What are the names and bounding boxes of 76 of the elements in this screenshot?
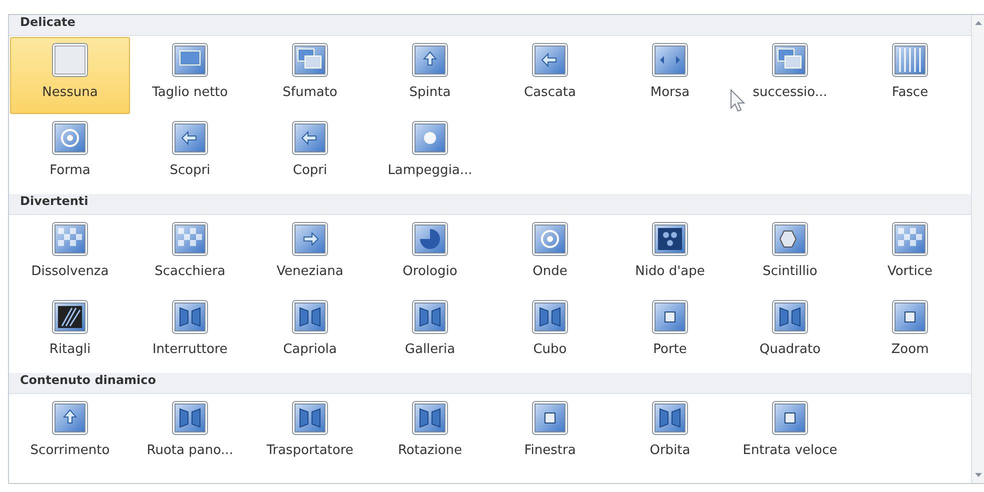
slide-transition-icon	[412, 300, 448, 334]
transition-option[interactable]: Finestra	[490, 395, 610, 472]
slide-transition-icon	[772, 222, 808, 256]
scrollbar[interactable]	[971, 15, 984, 483]
slide-transition-icon	[532, 401, 568, 435]
transition-option[interactable]: Scorrimento	[10, 395, 130, 472]
transition-option[interactable]: Taglio netto	[130, 37, 250, 114]
slide-transition-icon	[172, 300, 208, 334]
slide-transition-icon	[172, 43, 208, 77]
transition-option[interactable]: Nessuna	[10, 37, 130, 114]
slide-transition-icon	[292, 300, 328, 334]
slide-transition-icon	[532, 43, 568, 77]
blank-slide-icon	[52, 43, 88, 77]
transition-option[interactable]: Veneziana	[250, 216, 370, 293]
transition-option[interactable]: Entrata veloce	[730, 395, 850, 472]
slide-transition-icon	[892, 300, 928, 334]
transition-option[interactable]: Dissolvenza	[10, 216, 130, 293]
transition-option[interactable]: Rotazione	[370, 395, 490, 472]
slide-transition-icon	[52, 121, 88, 155]
transition-option[interactable]: Ritagli	[10, 294, 130, 371]
transition-option[interactable]: Quadrato	[730, 294, 850, 371]
slide-transition-icon	[412, 401, 448, 435]
slide-transition-icon	[652, 300, 688, 334]
transition-option[interactable]: Scacchiera	[130, 216, 250, 293]
transition-option[interactable]: Forma	[10, 115, 130, 192]
transition-option[interactable]: Orologio	[370, 216, 490, 293]
slide-transition-icon	[412, 121, 448, 155]
slide-transition-icon	[652, 222, 688, 256]
slide-transition-icon	[532, 300, 568, 334]
down-arrow-icon	[974, 473, 982, 477]
mouse-pointer-icon	[730, 89, 746, 113]
slide-transition-icon	[292, 121, 328, 155]
up-arrow-icon	[974, 21, 982, 25]
slide-transition-icon	[172, 401, 208, 435]
transition-option[interactable]: Galleria	[370, 294, 490, 371]
section-header: Delicate	[9, 15, 971, 36]
transition-option[interactable]: Lampeggia...	[370, 115, 490, 192]
transition-option[interactable]: Onde	[490, 216, 610, 293]
slide-transition-icon	[652, 401, 688, 435]
slide-transition-icon	[892, 43, 928, 77]
slide-transition-icon	[292, 222, 328, 256]
section-header: Divertenti	[9, 194, 971, 215]
transition-option[interactable]: Cascata	[490, 37, 610, 114]
slide-transition-icon	[292, 43, 328, 77]
slide-transition-icon	[652, 43, 688, 77]
transition-option[interactable]: Morsa	[610, 37, 730, 114]
section-header: Contenuto dinamico	[9, 373, 971, 394]
transition-option[interactable]: Capriola	[250, 294, 370, 371]
transition-option[interactable]: Scopri	[130, 115, 250, 192]
slide-transition-icon	[412, 222, 448, 256]
transition-option[interactable]: Interruttore	[130, 294, 250, 371]
transition-option[interactable]: Trasportatore	[250, 395, 370, 472]
slide-transition-icon	[772, 401, 808, 435]
slide-transition-icon	[52, 222, 88, 256]
slide-transition-icon	[172, 121, 208, 155]
slide-transition-icon	[172, 222, 208, 256]
transition-option[interactable]: Vortice	[850, 216, 970, 293]
transition-option[interactable]: Zoom	[850, 294, 970, 371]
transition-option[interactable]: Porte	[610, 294, 730, 371]
slide-transition-icon	[892, 222, 928, 256]
slide-transition-icon	[532, 222, 568, 256]
transition-option[interactable]: Copri	[250, 115, 370, 192]
transition-option[interactable]: Ruota pano...	[130, 395, 250, 472]
slide-transition-icon	[292, 401, 328, 435]
slide-transition-icon	[52, 300, 88, 334]
transition-option[interactable]: Spinta	[370, 37, 490, 114]
slide-transition-icon	[772, 43, 808, 77]
transition-option[interactable]: Scintillio	[730, 216, 850, 293]
slide-transition-icon	[412, 43, 448, 77]
slide-transition-icon	[52, 401, 88, 435]
slide-transition-icon	[772, 300, 808, 334]
transition-option[interactable]: Sfumato	[250, 37, 370, 114]
transition-option[interactable]: Fasce	[850, 37, 970, 114]
transition-option[interactable]: Orbita	[610, 395, 730, 472]
transition-option[interactable]: Cubo	[490, 294, 610, 371]
transition-option[interactable]: Nido d'ape	[610, 216, 730, 293]
